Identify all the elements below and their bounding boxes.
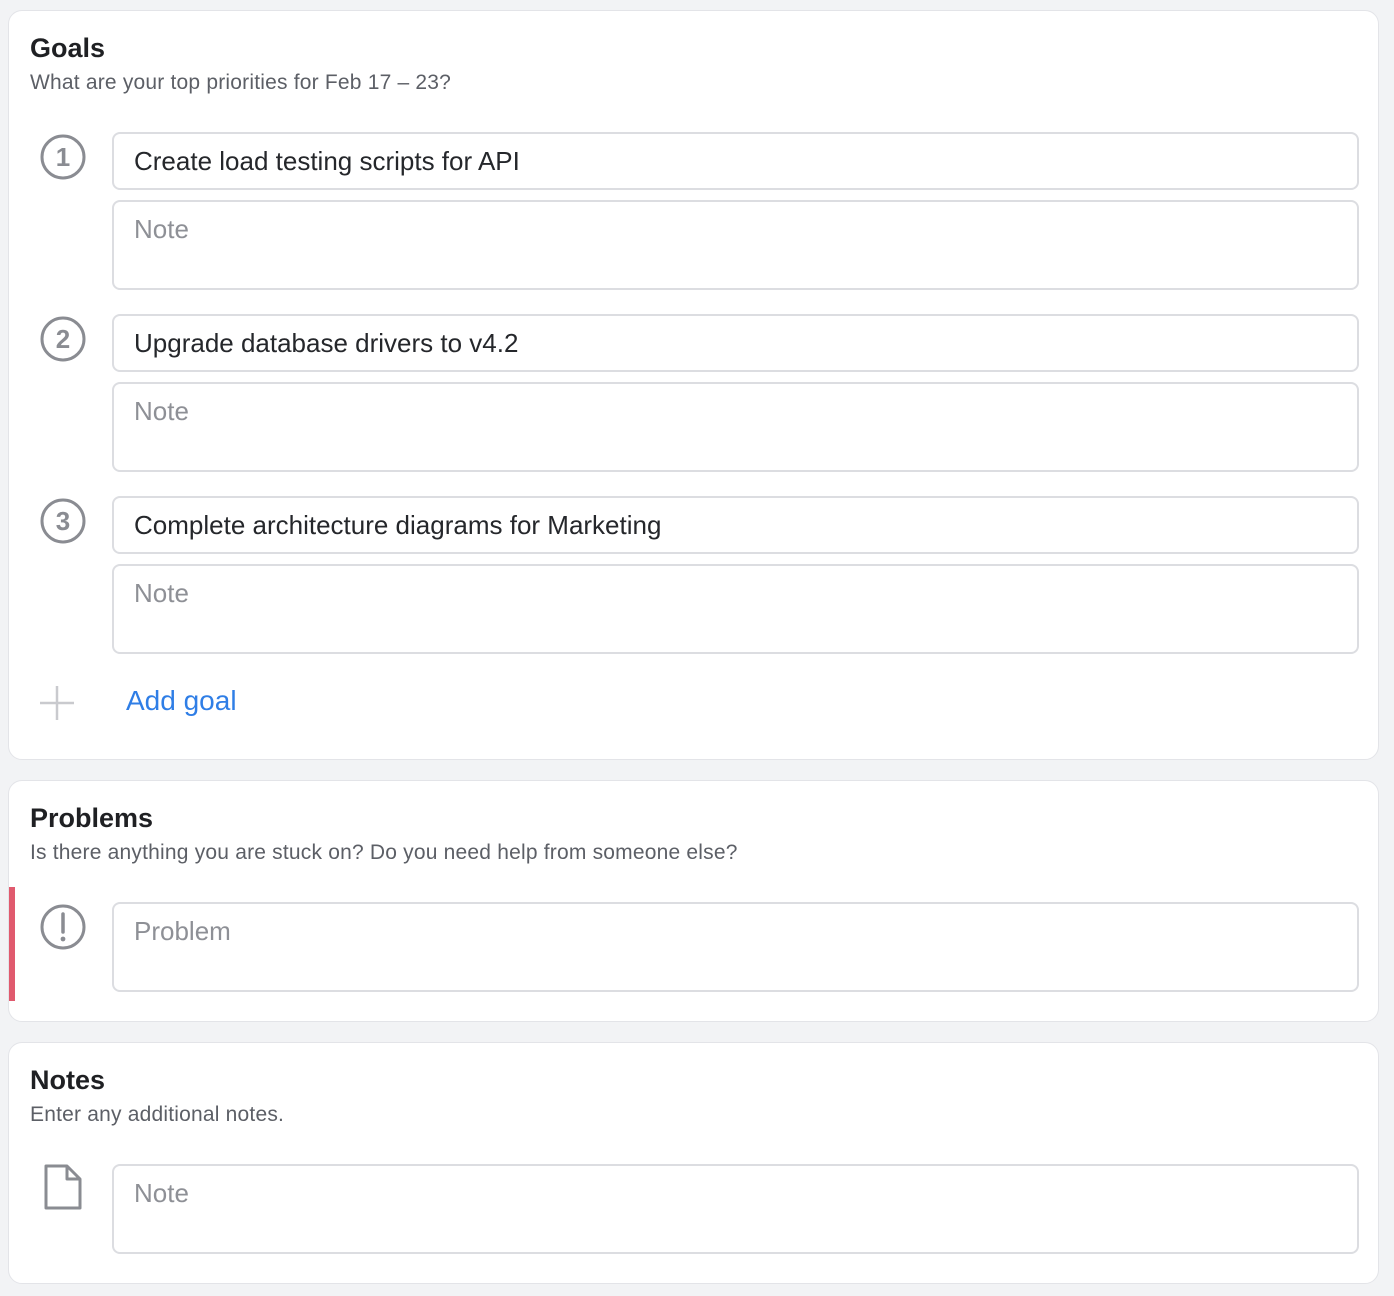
goals-title: Goals (30, 33, 106, 63)
goal-2-number-icon: 2 (39, 315, 87, 363)
svg-text:3: 3 (56, 506, 70, 536)
goal-1-input[interactable] (112, 132, 1359, 190)
problems-card: Problems Is there anything you are stuck… (8, 780, 1379, 1022)
add-goal-label: Add goal (126, 685, 237, 716)
plus-icon (39, 685, 75, 721)
goal-2-input[interactable] (112, 314, 1359, 372)
goal-3-input[interactable] (112, 496, 1359, 554)
notes-card: Notes Enter any additional notes. (8, 1042, 1379, 1284)
svg-text:1: 1 (56, 142, 70, 172)
exclamation-circle-icon (39, 903, 87, 951)
notes-subtitle: Enter any additional notes. (30, 1103, 285, 1126)
goal-1-note[interactable] (112, 200, 1359, 290)
problem-input[interactable] (112, 902, 1359, 992)
add-goal-button[interactable]: Add goal (39, 683, 299, 723)
goals-subtitle: What are your top priorities for Feb 17 … (30, 71, 452, 94)
goal-3-number-icon: 3 (39, 497, 87, 545)
document-icon (39, 1163, 87, 1211)
notes-title: Notes (30, 1065, 106, 1095)
goal-1-number-icon: 1 (39, 133, 87, 181)
svg-text:2: 2 (56, 324, 70, 354)
problem-accent-bar (9, 887, 15, 1001)
goals-card: Goals What are your top priorities for F… (8, 10, 1379, 760)
problems-title: Problems (30, 803, 154, 833)
goal-2-note[interactable] (112, 382, 1359, 472)
goal-3-note[interactable] (112, 564, 1359, 654)
notes-input[interactable] (112, 1164, 1359, 1254)
problems-subtitle: Is there anything you are stuck on? Do y… (30, 841, 738, 864)
